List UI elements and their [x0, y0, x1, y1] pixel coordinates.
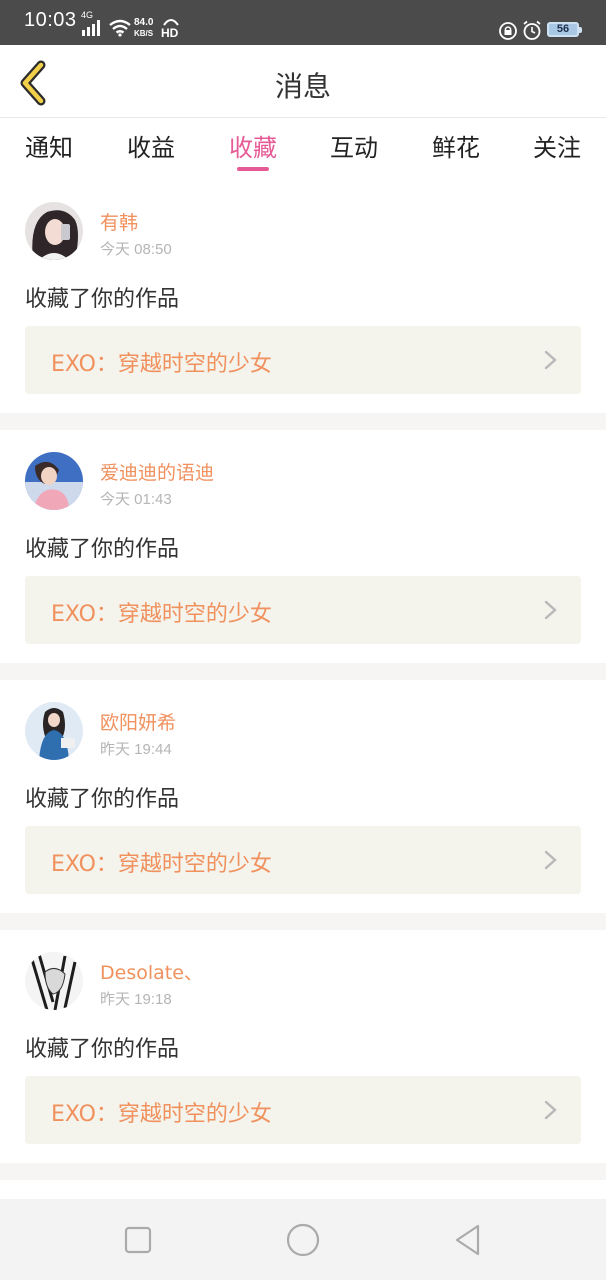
avatar[interactable] — [25, 952, 83, 1010]
chevron-right-icon — [544, 1100, 557, 1120]
work-link[interactable]: EXO：穿越时空的少女 — [25, 326, 581, 394]
work-title: EXO：穿越时空的少女 — [51, 1102, 272, 1127]
recents-button[interactable] — [119, 1221, 157, 1259]
user-avatar-image — [25, 702, 83, 760]
message-time: 昨天 19:18 — [100, 991, 172, 1008]
network-speed: 84.0 — [134, 17, 154, 28]
wifi-icon — [109, 19, 131, 37]
user-avatar-image — [25, 952, 83, 1010]
message-time: 今天 08:50 — [100, 241, 172, 258]
tab-interactions[interactable]: 互动 — [319, 128, 389, 163]
work-title: EXO：穿越时空的少女 — [51, 852, 272, 877]
message-time: 昨天 19:44 — [100, 741, 172, 758]
tab-notifications[interactable]: 通知 — [14, 128, 84, 163]
active-tab-indicator — [237, 167, 269, 171]
back-nav-button[interactable] — [450, 1221, 488, 1259]
system-navigation-bar — [0, 1199, 606, 1280]
rotation-lock-icon — [499, 22, 517, 40]
username[interactable]: 爱迪迪的语迪 — [100, 458, 214, 485]
work-link[interactable]: EXO：穿越时空的少女 — [25, 576, 581, 644]
network-speed-unit: KB/S — [134, 29, 154, 38]
work-link[interactable]: EXO：穿越时空的少女 — [25, 1076, 581, 1144]
hd-voice-icon — [163, 19, 179, 26]
message-card: Desolate、 昨天 19:18 收藏了你的作品 EXO：穿越时空的少女 — [0, 930, 606, 1163]
chevron-right-icon — [544, 850, 557, 870]
message-action: 收藏了你的作品 — [25, 537, 180, 562]
message-action: 收藏了你的作品 — [25, 1037, 180, 1062]
header-bar: 消息 — [0, 45, 606, 118]
avatar[interactable] — [25, 702, 83, 760]
avatar[interactable] — [25, 202, 83, 260]
work-title: EXO：穿越时空的少女 — [51, 602, 272, 627]
alarm-icon — [523, 20, 541, 40]
status-time: 10:03 — [24, 9, 77, 31]
message-action: 收藏了你的作品 — [25, 287, 180, 312]
message-card — [0, 1180, 606, 1199]
work-link[interactable]: EXO：穿越时空的少女 — [25, 826, 581, 894]
circle-home-icon — [286, 1223, 320, 1257]
square-recents-icon — [124, 1226, 152, 1254]
tab-flowers[interactable]: 鲜花 — [421, 128, 491, 163]
username[interactable]: Desolate、 — [100, 958, 203, 985]
tab-favorites[interactable]: 收藏 — [218, 128, 288, 163]
hd-label: HD — [161, 26, 179, 40]
network-type: 4G — [81, 10, 94, 20]
status-bar: 10:03 4G 84.0 KB/S HD 56 — [0, 0, 606, 45]
tab-follows[interactable]: 关注 — [522, 128, 592, 163]
message-card: 有韩 今天 08:50 收藏了你的作品 EXO：穿越时空的少女 — [0, 180, 606, 413]
avatar[interactable] — [25, 452, 83, 510]
username[interactable]: 欧阳妍希 — [100, 708, 176, 735]
message-card: 欧阳妍希 昨天 19:44 收藏了你的作品 EXO：穿越时空的少女 — [0, 680, 606, 913]
home-button[interactable] — [284, 1221, 322, 1259]
battery-indicator: 56 — [547, 22, 582, 37]
tab-earnings[interactable]: 收益 — [116, 128, 186, 163]
chevron-right-icon — [544, 350, 557, 370]
chevron-right-icon — [544, 600, 557, 620]
message-action: 收藏了你的作品 — [25, 787, 180, 812]
message-card: 爱迪迪的语迪 今天 01:43 收藏了你的作品 EXO：穿越时空的少女 — [0, 430, 606, 663]
work-title: EXO：穿越时空的少女 — [51, 352, 272, 377]
user-avatar-image — [25, 202, 83, 260]
tab-bar: 通知 收益 收藏 互动 鲜花 关注 — [0, 118, 606, 180]
message-time: 今天 01:43 — [100, 491, 172, 508]
username[interactable]: 有韩 — [100, 208, 138, 235]
signal-icon — [82, 20, 100, 36]
page-title: 消息 — [274, 70, 331, 103]
user-avatar-image — [25, 452, 83, 510]
triangle-back-icon — [455, 1224, 480, 1256]
